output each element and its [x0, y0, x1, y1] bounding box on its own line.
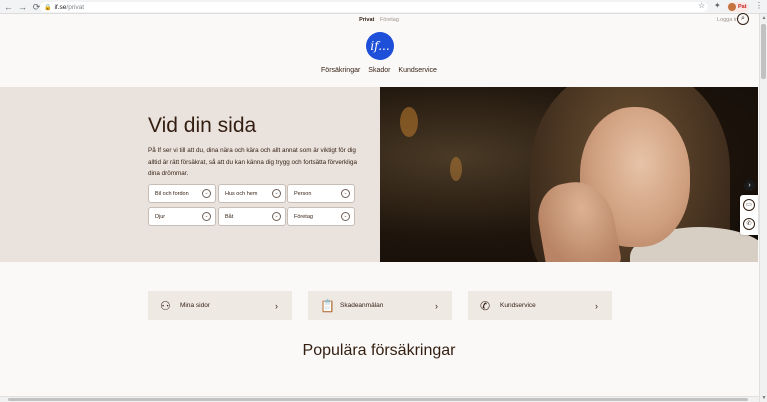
kebab-menu-icon[interactable]: ⋮	[755, 1, 763, 10]
avatar	[728, 3, 736, 11]
bokeh-light	[400, 107, 418, 137]
chevron-right-icon[interactable]: ›	[744, 180, 755, 191]
card-label: Mina sidor	[180, 302, 210, 309]
address-bar[interactable]: 🔒 if.se /privat	[40, 2, 708, 12]
dropdown-label: Bil och fordon	[155, 190, 189, 197]
card-label: Skadeanmälan	[340, 302, 384, 309]
chevron-right-icon: ›	[595, 300, 598, 311]
card-label: Kundservice	[500, 302, 536, 309]
chevron-down-icon: ⌄	[272, 212, 281, 221]
nav-forsakringar[interactable]: Försäkringar	[321, 67, 360, 74]
hscroll-thumb[interactable]	[8, 398, 748, 401]
extensions-icon[interactable]: ✦	[714, 1, 721, 10]
forward-icon[interactable]: →	[17, 1, 28, 13]
hero-section: Vid din sida På If ser vi till att du, d…	[0, 87, 758, 262]
profile-button[interactable]: Pat	[727, 2, 749, 12]
url-path: /privat	[66, 3, 85, 11]
dropdown-foretag[interactable]: Företag ⌄	[287, 207, 355, 226]
chevron-down-icon: ⌄	[272, 189, 281, 198]
scroll-up-icon[interactable]: ▲	[760, 15, 767, 21]
hero-photo	[380, 87, 758, 262]
chevron-down-icon: ⌄	[202, 189, 211, 198]
dropdown-djur[interactable]: Djur ⌄	[148, 207, 216, 226]
side-contact-panel: ▭ ✆	[740, 195, 758, 235]
dropdown-label: Person	[294, 190, 312, 197]
dropdown-person[interactable]: Person ⌄	[287, 184, 355, 203]
hero-title: Vid din sida	[148, 114, 257, 137]
horizontal-scrollbar[interactable]	[0, 396, 759, 402]
scroll-down-icon[interactable]: ▼	[760, 395, 767, 401]
segment-nav: Privat Företag	[0, 17, 758, 23]
scroll-thumb[interactable]	[761, 24, 766, 79]
card-mina-sidor[interactable]: ⚇ Mina sidor ›	[148, 291, 292, 320]
url-host: if.se	[54, 3, 67, 11]
back-icon[interactable]: ←	[3, 1, 14, 13]
chevron-right-icon: ›	[435, 300, 438, 311]
phone-icon: ✆	[480, 298, 491, 313]
dropdown-label: Hus och hem	[225, 190, 258, 197]
segment-foretag[interactable]: Företag	[380, 17, 399, 23]
card-kundservice[interactable]: ✆ Kundservice ›	[468, 291, 612, 320]
phone-icon[interactable]: ✆	[743, 218, 755, 230]
card-skadeanmalan[interactable]: 📋 Skadeanmälan ›	[308, 291, 452, 320]
dropdown-label: Företag	[294, 213, 313, 220]
dropdown-bat[interactable]: Båt ⌄	[218, 207, 286, 226]
if-logo[interactable]: if...	[366, 32, 394, 60]
vertical-scrollbar[interactable]: ▲ ▼	[759, 14, 767, 402]
bokeh-light	[450, 157, 462, 181]
chevron-down-icon: ⌄	[341, 189, 350, 198]
nav-skador[interactable]: Skador	[368, 67, 390, 74]
browser-toolbar: ← → ⟳ 🔒 if.se /privat ☆ ✦ Pat ⋮	[0, 0, 767, 14]
popular-insurance-title: Populära försäkringar	[302, 342, 456, 359]
chevron-down-icon: ⌄	[202, 212, 211, 221]
dropdown-bil-och-fordon[interactable]: Bil och fordon ⌄	[148, 184, 216, 203]
profile-name: Pat	[738, 4, 747, 10]
nav-kundservice[interactable]: Kundservice	[398, 67, 437, 74]
segment-privat[interactable]: Privat	[359, 17, 374, 23]
clipboard-icon: 📋	[320, 298, 335, 313]
bookmark-star-icon[interactable]: ☆	[698, 1, 705, 10]
lock-icon: 🔒	[44, 4, 52, 11]
dropdown-hus-och-hem[interactable]: Hus och hem ⌄	[218, 184, 286, 203]
dropdown-label: Djur	[155, 213, 166, 220]
dropdown-label: Båt	[225, 213, 234, 220]
chat-icon[interactable]: ▭	[743, 199, 755, 211]
hero-text: På If ser vi till att du, dina nära och …	[148, 147, 357, 177]
chevron-down-icon: ⌄	[341, 212, 350, 221]
person-icon: ⚇	[160, 298, 171, 313]
search-icon[interactable]: ⌕	[737, 13, 749, 25]
login-link[interactable]: Logga in	[717, 17, 738, 23]
main-nav: Försäkringar Skador Kundservice	[0, 67, 758, 74]
chevron-right-icon: ›	[275, 300, 278, 311]
